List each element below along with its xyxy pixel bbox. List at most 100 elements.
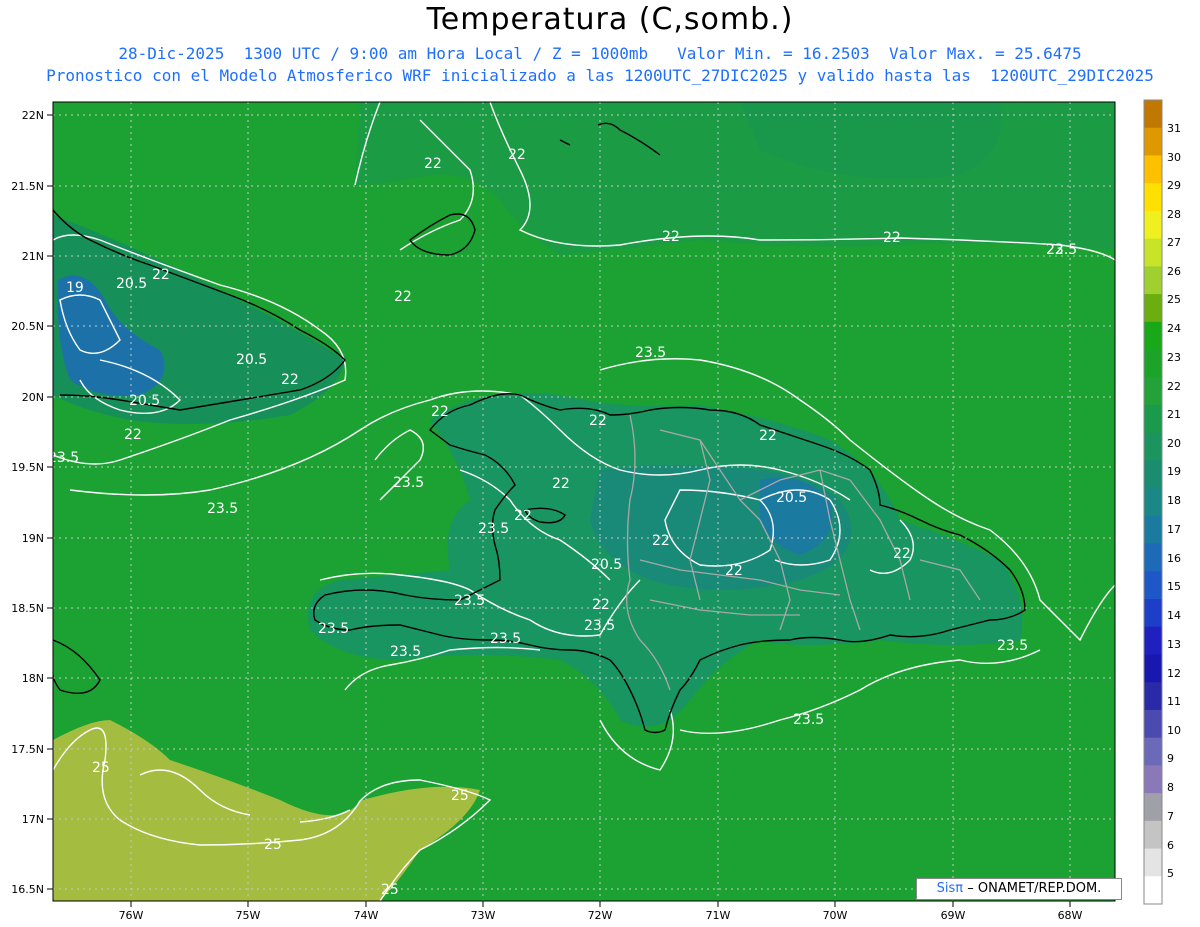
colorbar-swatch (1144, 238, 1162, 267)
contour-label: 20.5 (129, 393, 160, 409)
lon-label: 71W (706, 909, 731, 922)
contour-label: 22 (424, 156, 442, 172)
lon-label: 74W (354, 909, 379, 922)
colorbar-swatch (1144, 294, 1162, 323)
colorbar-swatch (1144, 543, 1162, 572)
contour-label: 25 (451, 788, 469, 804)
contour-label: 22 (508, 147, 526, 163)
colorbar-swatch (1144, 183, 1162, 212)
contour-label: 22 (725, 563, 743, 579)
colorbar-label: 6 (1167, 839, 1174, 852)
colorbar-swatch (1144, 377, 1162, 406)
colorbar-label: 22 (1167, 380, 1181, 393)
colorbar-label: 20 (1167, 437, 1181, 450)
colorbar-swatch (1144, 876, 1162, 905)
colorbar-swatch (1144, 626, 1162, 655)
colorbar-label: 25 (1167, 293, 1181, 306)
colorbar-swatch (1144, 488, 1162, 517)
colorbar-label: 12 (1167, 667, 1181, 680)
colorbar-label: 24 (1167, 322, 1181, 335)
colorbar-label: 9 (1167, 752, 1174, 765)
contour-label: 22 (281, 372, 299, 388)
lon-label: 69W (941, 909, 966, 922)
colorbar-labels: 31 30 29 28 27 26 25 24 23 22 21 20 19 1… (1167, 122, 1181, 880)
credit-text: – ONAMET/REP.DOM. (967, 881, 1102, 896)
contour-label: 23.5 (490, 631, 521, 647)
lon-label: 73W (471, 909, 496, 922)
contour-label: 22 (124, 427, 142, 443)
contour-label: 20.5 (116, 276, 147, 292)
colorbar-swatch (1144, 100, 1162, 129)
colorbar-label: 26 (1167, 265, 1181, 278)
contour-label: 22 (552, 476, 570, 492)
contour-label: 22 (893, 546, 911, 562)
contour-label: 22 (592, 597, 610, 613)
contour-label: 19 (66, 280, 84, 296)
lat-label: 19.5N (11, 461, 44, 474)
contour-label: 23.5 (635, 345, 666, 361)
contour-label: 23.5 (207, 501, 238, 517)
contour-label: 20.5 (591, 557, 622, 573)
colorbar-swatch (1144, 210, 1162, 240)
colorbar-swatch (1144, 820, 1162, 850)
colorbar-label: 28 (1167, 208, 1181, 221)
lat-label: 21N (22, 250, 44, 263)
contour-label: 23.5 (997, 638, 1028, 654)
contour-label: 25 (92, 760, 110, 776)
colorbar-swatch (1144, 127, 1162, 156)
contour-label: 22 (514, 508, 532, 524)
contour-label: 25 (381, 882, 399, 898)
colorbar-label: 27 (1167, 236, 1181, 249)
colorbar-swatch (1144, 349, 1162, 378)
plot-area: 22 22 22 22 22 23.5 22 22 20.5 19 20.5 2… (53, 102, 1115, 901)
contour-label: 23.5 (318, 621, 349, 637)
contour-label: 22 (652, 533, 670, 549)
lon-axis: 76W 75W 74W 73W 72W 71W 70W 69W 68W (119, 901, 1083, 922)
lat-label: 21.5N (11, 180, 44, 193)
colorbar-label: 16 (1167, 552, 1181, 565)
colorbar-swatch (1144, 321, 1162, 351)
lon-label: 76W (119, 909, 144, 922)
contour-label: 23.5 (584, 618, 615, 634)
colorbar-label: 10 (1167, 724, 1181, 737)
lon-label: 72W (588, 909, 613, 922)
contour-label: 22 (589, 413, 607, 429)
lon-label: 70W (823, 909, 848, 922)
lat-label: 20N (22, 391, 44, 404)
credit-brand: Sisπ (936, 881, 964, 896)
colorbar-label: 19 (1167, 465, 1181, 478)
colorbar-swatch (1144, 793, 1162, 822)
colorbar-label: 30 (1167, 151, 1181, 164)
colorbar-swatch (1144, 654, 1162, 683)
contour-label: 23.5 (390, 644, 421, 660)
colorbar-label: 5 (1167, 867, 1174, 880)
lat-axis: 22N 21.5N 21N 20.5N 20N 19.5N 19N 18.5N … (11, 109, 53, 896)
lat-label: 17.5N (11, 743, 44, 756)
colorbar-label: 21 (1167, 408, 1181, 421)
lat-label: 18N (22, 672, 44, 685)
colorbar-swatch (1144, 737, 1162, 766)
lat-label: 22N (22, 109, 44, 122)
contour-label: 20.5 (236, 352, 267, 368)
lat-label: 20.5N (11, 320, 44, 333)
colorbar-swatch (1144, 460, 1162, 489)
colorbar-swatch (1144, 515, 1162, 545)
colorbar-label: 31 (1167, 122, 1181, 135)
contour-label: 20.5 (776, 490, 807, 506)
lat-label: 17N (22, 813, 44, 826)
colorbar-label: 14 (1167, 609, 1181, 622)
contour-label: 22 (152, 267, 170, 283)
contour-label: 22 (759, 428, 777, 444)
lon-label: 75W (236, 909, 261, 922)
colorbar-label: 17 (1167, 523, 1181, 536)
colorbar-swatch (1144, 571, 1162, 600)
contour-label: 22 (394, 289, 412, 305)
contour-label: 22 (662, 229, 680, 245)
colorbar-swatch (1144, 682, 1162, 711)
colorbar-label: 23 (1167, 351, 1181, 364)
colorbar-label: 7 (1167, 810, 1174, 823)
contour-label: 25 (264, 837, 282, 853)
colorbar-label: 15 (1167, 580, 1181, 593)
lat-label: 18.5N (11, 602, 44, 615)
colorbar-swatch (1144, 599, 1162, 628)
